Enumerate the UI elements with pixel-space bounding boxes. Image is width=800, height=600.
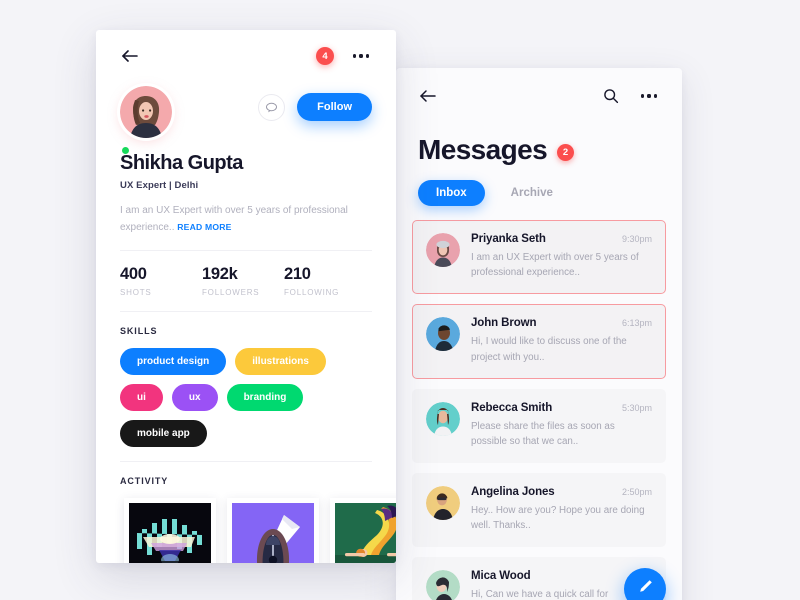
messages-title-row: Messages 2 xyxy=(396,124,682,166)
message-time: 9:30pm xyxy=(621,234,652,244)
message-head: John Brown 6:13pm xyxy=(471,317,652,329)
page-title: Messages xyxy=(418,134,548,165)
message-preview: Hey.. How are you? Hope you are doing we… xyxy=(471,505,645,532)
message-item[interactable]: Angelina Jones 2:50pm Hey.. How are you?… xyxy=(412,473,666,548)
skill-chip-mobile-app[interactable]: mobile app xyxy=(120,420,207,447)
message-item[interactable]: Priyanka Seth 9:30pm I am an UX Expert w… xyxy=(412,220,666,295)
activity-thumbnail[interactable] xyxy=(124,498,216,563)
message-time: 2:50pm xyxy=(621,487,652,498)
avatar xyxy=(426,401,460,436)
sender-name: John Brown xyxy=(471,317,537,330)
stat-value: 400 xyxy=(120,265,147,283)
skill-chip-ui[interactable]: ui xyxy=(120,384,163,411)
message-list: Priyanka Seth 9:30pm I am an UX Expert w… xyxy=(396,216,682,600)
ellipsis-dots xyxy=(353,54,369,58)
message-body: Angelina Jones 2:50pm Hey.. How are you?… xyxy=(471,486,652,533)
tab-inbox[interactable]: Inbox xyxy=(418,180,485,206)
read-more-link[interactable]: READ MORE xyxy=(177,222,231,232)
message-body: Rebecca Smith 5:30pm Please share the fi… xyxy=(471,402,652,449)
profile-bio: I am an UX Expert with over 5 years of p… xyxy=(96,191,396,236)
message-body: Priyanka Seth 9:30pm I am an UX Expert w… xyxy=(471,233,652,280)
back-arrow-icon[interactable] xyxy=(418,86,438,106)
skill-chip-branding[interactable]: branding xyxy=(226,384,304,411)
messages-tabs: Inbox Archive xyxy=(396,166,682,216)
follow-button[interactable]: Follow xyxy=(297,93,372,121)
skill-chip-ux[interactable]: ux xyxy=(171,384,218,411)
avatar xyxy=(120,86,172,138)
notification-badge[interactable]: 4 xyxy=(316,47,334,65)
stat-shots: 400 SHOTS xyxy=(120,265,202,297)
skill-chip-illustrations[interactable]: illustrations xyxy=(235,348,326,375)
ellipsis-icon[interactable] xyxy=(350,45,372,67)
stat-value: 192k xyxy=(202,265,238,283)
message-head: Angelina Jones 2:50pm xyxy=(471,486,652,498)
back-arrow-icon[interactable] xyxy=(120,46,140,66)
message-item[interactable]: John Brown 6:13pm Hi, I would like to di… xyxy=(412,304,666,379)
sender-name: Mica Wood xyxy=(471,570,531,583)
profile-subtitle: UX Expert | Delhi xyxy=(120,180,199,191)
chat-bubble-icon[interactable] xyxy=(258,93,286,121)
avatar xyxy=(426,233,460,267)
sender-name: Rebecca Smith xyxy=(471,401,553,414)
stat-label: FOLLOWING xyxy=(284,288,340,297)
profile-actions: Follow xyxy=(258,86,372,121)
profile-topbar: 4 xyxy=(96,30,396,82)
skills-chips: product design illustrations ui ux brand… xyxy=(96,336,396,447)
sender-name: Angelina Jones xyxy=(471,486,555,499)
activity-thumbnails xyxy=(96,486,396,563)
skills-heading: SKILLS xyxy=(120,326,158,336)
avatar xyxy=(426,317,460,352)
abstract-drip-artwork xyxy=(129,503,211,563)
message-time: 5:30pm xyxy=(621,402,652,413)
message-preview: Please share the files as soon as possib… xyxy=(471,420,615,447)
profile-hero: Follow xyxy=(96,82,396,154)
tab-archive[interactable]: Archive xyxy=(493,180,571,206)
activity-heading: ACTIVITY xyxy=(120,476,169,486)
yoga-pose-illustration xyxy=(335,503,396,563)
pencil-icon xyxy=(637,578,654,600)
messages-topbar xyxy=(396,68,682,124)
message-item[interactable]: Rebecca Smith 5:30pm Please share the fi… xyxy=(412,388,666,464)
avatar-wrap xyxy=(120,86,172,154)
avatar xyxy=(426,570,460,600)
online-status-dot xyxy=(122,147,129,154)
profile-stats: 400 SHOTS 192k FOLLOWERS 210 FOLLOWING xyxy=(96,251,396,297)
message-time: 6:13pm xyxy=(621,318,652,329)
stat-value: 210 xyxy=(284,265,311,283)
stat-followers: 192k FOLLOWERS xyxy=(202,265,284,297)
activity-thumbnail[interactable] xyxy=(227,498,319,563)
app-canvas: Messages 2 Inbox Archive Priyanka Seth 9… xyxy=(0,0,800,600)
message-head: Priyanka Seth 9:30pm xyxy=(471,233,652,245)
bio-text: I am an UX Expert with over 5 years of p… xyxy=(120,205,348,233)
profile-name: Shikha Gupta xyxy=(120,152,243,174)
stat-label: SHOTS xyxy=(120,288,152,297)
skill-chip-product-design[interactable]: product design xyxy=(120,348,227,375)
message-preview: I am an UX Expert with over 5 years of p… xyxy=(471,252,639,279)
message-head: Rebecca Smith 5:30pm xyxy=(471,402,652,414)
message-body: John Brown 6:13pm Hi, I would like to di… xyxy=(471,317,652,364)
avatar xyxy=(426,486,460,521)
profile-panel: 4 Follow Shikha Gupta UX Expert | Delhi … xyxy=(96,30,396,563)
ellipsis-icon[interactable] xyxy=(638,85,660,107)
pen-nib-illustration xyxy=(232,503,314,563)
unread-badge: 2 xyxy=(557,143,575,161)
ellipsis-dots xyxy=(641,94,657,98)
activity-thumbnail[interactable] xyxy=(330,498,396,563)
sender-name: Priyanka Seth xyxy=(471,233,546,245)
stat-following: 210 FOLLOWING xyxy=(284,265,366,297)
message-preview: Hi, I would like to discuss one of the p… xyxy=(471,336,627,363)
messages-panel: Messages 2 Inbox Archive Priyanka Seth 9… xyxy=(396,68,682,600)
stat-label: FOLLOWERS xyxy=(202,288,260,297)
search-icon[interactable] xyxy=(600,85,622,107)
